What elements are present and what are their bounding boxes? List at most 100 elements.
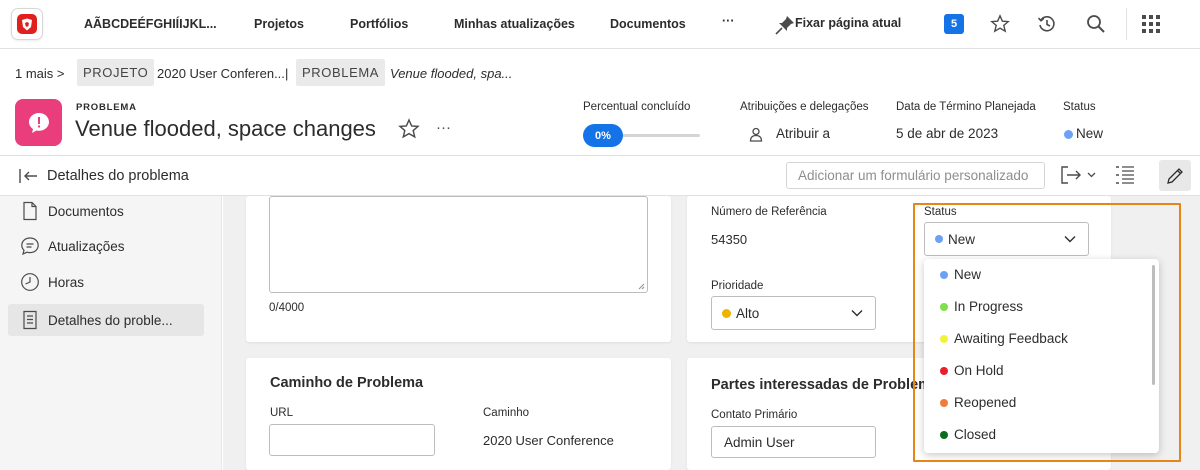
top-navigation-bar: AÃBCDEÉFGHIÍIJKL... Projetos Portfólios … <box>0 0 1200 49</box>
priority-select[interactable]: Alto <box>711 296 876 330</box>
status-option-label: On Hold <box>954 363 1004 378</box>
assign-to-button[interactable]: Atribuir a <box>776 126 830 141</box>
status-option-closed[interactable]: Closed <box>940 427 996 442</box>
breadcrumb-issue-tag: PROBLEMA <box>296 59 386 86</box>
history-icon[interactable] <box>1037 14 1057 34</box>
progress-value[interactable]: 0% <box>583 124 623 147</box>
status-option-label: Reopened <box>954 395 1017 410</box>
nav-my-updates[interactable]: Minhas atualizações <box>454 17 575 31</box>
chat-bubble-icon <box>21 237 39 256</box>
document-icon <box>23 201 37 221</box>
status-dropdown-menu: New In Progress Awaiting Feedback On Hol… <box>924 259 1159 453</box>
char-counter: 0/4000 <box>269 302 305 314</box>
status-option-dot <box>940 302 948 311</box>
page-title: Venue flooded, space changes <box>75 116 376 141</box>
chevron-down-icon <box>851 310 863 317</box>
priority-label: Prioridade <box>711 280 764 292</box>
status-dot <box>1064 129 1073 139</box>
chevron-down-icon <box>1064 236 1076 243</box>
sidebar-item-label: Detalhes do proble... <box>48 312 173 328</box>
reference-number-label: Número de Referência <box>711 206 827 218</box>
nav-more-icon[interactable]: ··· <box>722 14 735 28</box>
status-select[interactable]: New <box>924 222 1089 256</box>
sidebar-item-hours[interactable]: Horas <box>8 266 204 298</box>
pencil-icon <box>1167 167 1183 184</box>
issue-path-title: Caminho de Problema <box>270 375 424 391</box>
primary-contact-label: Contato Primário <box>711 409 798 421</box>
reference-number-value: 54350 <box>711 232 748 247</box>
status-option-awaiting-feedback[interactable]: Awaiting Feedback <box>940 331 1068 346</box>
list-view-icon[interactable] <box>1114 164 1136 186</box>
more-options-icon[interactable]: ··· <box>436 119 451 136</box>
dropdown-scrollbar[interactable] <box>1152 265 1155 385</box>
status-option-reopened[interactable]: Reopened <box>940 395 1016 410</box>
notification-badge[interactable]: 5 <box>944 14 964 34</box>
priority-select-value: Alto <box>736 305 760 321</box>
status-option-label: Closed <box>954 427 997 442</box>
stakeholders-title: Partes interessadas de Problem <box>711 377 932 393</box>
priority-dot <box>722 308 731 318</box>
breadcrumb-more[interactable]: 1 mais > <box>15 66 65 81</box>
details-title: Detalhes do problema <box>47 168 189 184</box>
status-select-value: New <box>948 231 976 247</box>
issue-kicker: PROBLEMA <box>76 102 137 113</box>
user-icon <box>749 127 763 142</box>
resize-handle-icon[interactable] <box>638 283 645 290</box>
add-custom-form-input[interactable]: Adicionar um formulário personalizado <box>786 162 1045 189</box>
sidebar-item-label: Horas <box>48 274 85 290</box>
breadcrumb-separator: | <box>285 66 289 81</box>
status-option-dot <box>940 366 948 375</box>
path-value: 2020 User Conference <box>483 433 614 448</box>
org-name[interactable]: AÃBCDEÉFGHIÍIJKL... <box>84 17 217 31</box>
primary-contact-field[interactable]: Admin User <box>711 426 876 458</box>
nav-portfolios[interactable]: Portfólios <box>350 17 408 31</box>
breadcrumb-issue-name: Venue flooded, spa... <box>390 66 513 81</box>
details-icon <box>23 310 37 330</box>
export-icon[interactable] <box>1060 164 1096 186</box>
status-field-label: Status <box>924 206 957 218</box>
status-option-label: In Progress <box>954 299 1024 314</box>
breadcrumb-arrow: > <box>56 66 65 81</box>
sidebar-item-issue-details[interactable]: Detalhes do proble... <box>8 304 204 336</box>
url-label: URL <box>270 407 294 419</box>
status-option-new[interactable]: New <box>940 267 981 282</box>
nav-projects[interactable]: Projetos <box>254 17 304 31</box>
status-option-dot <box>940 430 948 439</box>
nav-documents[interactable]: Documentos <box>610 17 686 31</box>
sidebar-item-documents[interactable]: Documentos <box>8 195 204 227</box>
sidebar-item-label: Documentos <box>48 203 124 219</box>
due-date-value[interactable]: 5 de abr de 2023 <box>896 126 998 141</box>
star-icon[interactable] <box>990 14 1010 34</box>
clock-icon <box>21 273 39 291</box>
edit-button[interactable] <box>1159 160 1191 191</box>
favorite-star-icon[interactable] <box>398 118 420 140</box>
url-input[interactable] <box>269 424 435 456</box>
issue-icon <box>15 99 62 146</box>
lion-shield-icon <box>17 14 37 34</box>
status-select-dot <box>935 235 943 243</box>
brave-logo-icon[interactable] <box>12 9 42 39</box>
app-grid-icon[interactable] <box>1142 15 1160 33</box>
status-option-dot <box>940 398 948 407</box>
description-textarea[interactable] <box>269 196 648 293</box>
nav-divider <box>1126 8 1127 40</box>
progress-track[interactable] <box>620 134 700 137</box>
sidebar-item-label: Atualizações <box>48 238 125 254</box>
status-option-dot <box>940 270 948 279</box>
path-label: Caminho <box>483 407 530 419</box>
pin-page-button[interactable]: Fixar página atual <box>795 16 901 30</box>
sidebar-item-updates[interactable]: Atualizações <box>8 230 204 262</box>
status-option-label: Awaiting Feedback <box>954 331 1068 346</box>
breadcrumb-more-label: 1 mais <box>15 66 54 81</box>
status-value[interactable]: New <box>1064 126 1103 141</box>
assignments-label: Atribuições e delegações <box>740 101 869 113</box>
search-icon[interactable] <box>1086 14 1106 34</box>
breadcrumb-project-link[interactable]: 2020 User Conferen... <box>157 66 285 81</box>
status-option-in-progress[interactable]: In Progress <box>940 299 1023 314</box>
status-option-on-hold[interactable]: On Hold <box>940 363 1004 378</box>
collapse-panel-icon[interactable] <box>19 168 39 184</box>
status-value-text: New <box>1076 126 1104 141</box>
percent-complete-label: Percentual concluído <box>583 101 691 113</box>
pin-icon[interactable] <box>774 14 796 36</box>
due-date-label: Data de Término Planejada <box>896 101 1036 113</box>
